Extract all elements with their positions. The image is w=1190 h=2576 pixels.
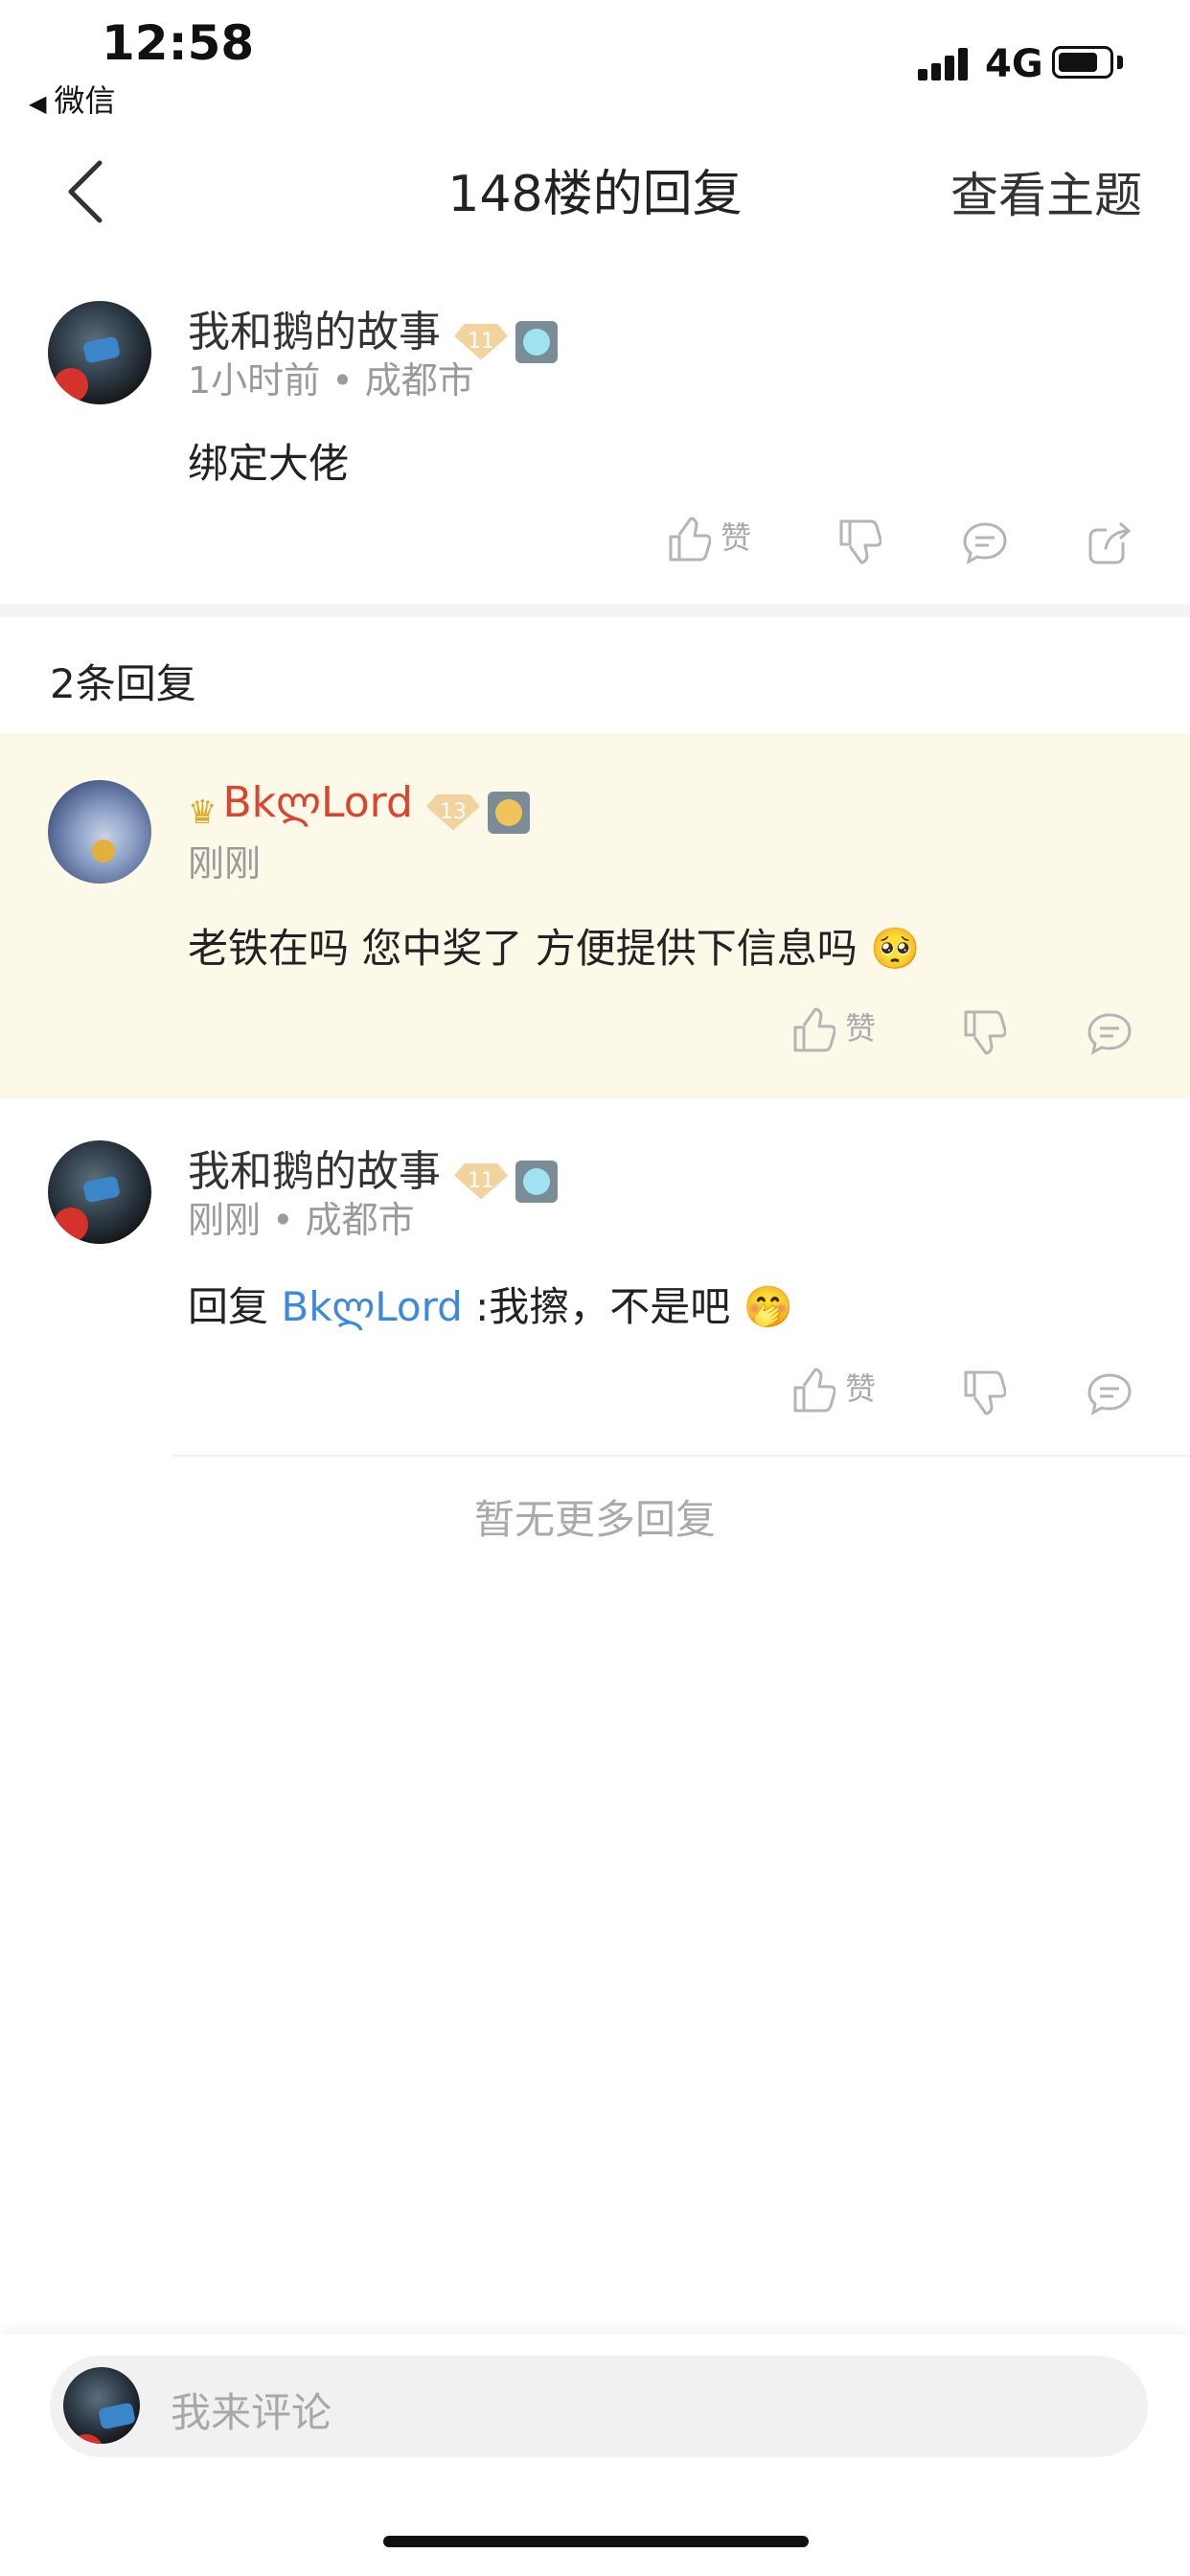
back-triangle-icon: ◀ <box>29 90 47 117</box>
thumbs-down-icon[interactable] <box>962 1008 1007 1060</box>
reply-time: 刚刚 <box>188 842 262 885</box>
reply-header: ♛ BkლLord 13 <box>188 778 530 834</box>
battery-cap <box>1117 56 1123 69</box>
post-meta: 1小时前 • 成都市 <box>188 359 474 402</box>
medal-icon <box>487 791 530 834</box>
like-label: 赞 <box>721 519 752 556</box>
avatar[interactable] <box>48 780 151 884</box>
like-button[interactable]: 赞 <box>791 1365 876 1414</box>
medal-icon <box>515 320 558 363</box>
reply-content: 回复 BkლLord :我擦，不是吧 🤭 <box>188 1275 793 1333</box>
mention-link[interactable]: BkლLord <box>281 1283 462 1330</box>
level-badge: 11 <box>454 1162 508 1200</box>
like-label: 赞 <box>845 1010 877 1046</box>
avatar[interactable] <box>48 1140 151 1244</box>
comment-icon[interactable] <box>962 521 1008 569</box>
back-arrow-icon[interactable] <box>57 153 115 230</box>
view-topic-button[interactable]: 查看主题 <box>950 157 1142 226</box>
like-button[interactable]: 赞 <box>667 514 751 564</box>
username[interactable]: BkლLord <box>222 778 412 827</box>
post-content: 绑定大佬 <box>188 440 350 487</box>
thumbs-down-icon[interactable] <box>837 518 882 569</box>
battery-icon <box>1052 46 1113 79</box>
back-to-app-link[interactable]: ◀ 微信 <box>29 77 115 121</box>
reply-text: 老铁在吗 您中奖了 方便提供下信息吗 <box>188 925 858 972</box>
comment-placeholder[interactable]: 我来评论 <box>171 2380 332 2439</box>
like-label: 赞 <box>845 1370 877 1407</box>
reply-meta: 刚刚 • 成都市 <box>188 1199 415 1241</box>
thumbs-up-icon <box>669 517 712 562</box>
thumbs-up-icon <box>793 1368 836 1413</box>
avatar[interactable] <box>48 301 151 404</box>
level-badge: 13 <box>425 794 480 831</box>
post-time: 1小时前 <box>188 359 321 402</box>
shy-emoji: 🤭 <box>743 1283 793 1330</box>
status-time: 12:58 <box>102 15 255 71</box>
no-more-replies: 暂无更多回复 <box>473 1496 716 1543</box>
reply-time: 刚刚 <box>188 1199 262 1241</box>
reply-location: 成都市 <box>305 1199 415 1241</box>
post-location: 成都市 <box>364 359 474 402</box>
crown-icon: ♛ <box>188 793 217 832</box>
divider <box>172 1455 1190 1457</box>
comment-icon[interactable] <box>1087 1372 1133 1420</box>
reply-text: :我擦，不是吧 <box>475 1283 731 1330</box>
reply-content: 老铁在吗 您中奖了 方便提供下信息吗 🥺 <box>188 916 920 975</box>
like-button[interactable]: 赞 <box>791 1004 876 1054</box>
reply-count: 2条回复 <box>50 660 196 707</box>
medal-icon <box>515 1160 558 1203</box>
thumbs-down-icon[interactable] <box>962 1368 1007 1420</box>
home-indicator[interactable] <box>383 2536 809 2547</box>
thumbs-up-icon <box>793 1007 836 1052</box>
comment-icon[interactable] <box>1087 1012 1133 1060</box>
reply-prefix: 回复 <box>188 1283 269 1330</box>
signal-icon <box>918 48 970 80</box>
username[interactable]: 我和鹅的故事 <box>188 308 441 356</box>
avatar <box>63 2367 140 2444</box>
username[interactable]: 我和鹅的故事 <box>188 1147 441 1196</box>
pleading-emoji: 🥺 <box>870 925 921 972</box>
back-app-label: 微信 <box>54 82 116 119</box>
network-type: 4G <box>985 42 1043 86</box>
share-icon[interactable] <box>1087 521 1133 569</box>
section-divider <box>0 604 1190 617</box>
